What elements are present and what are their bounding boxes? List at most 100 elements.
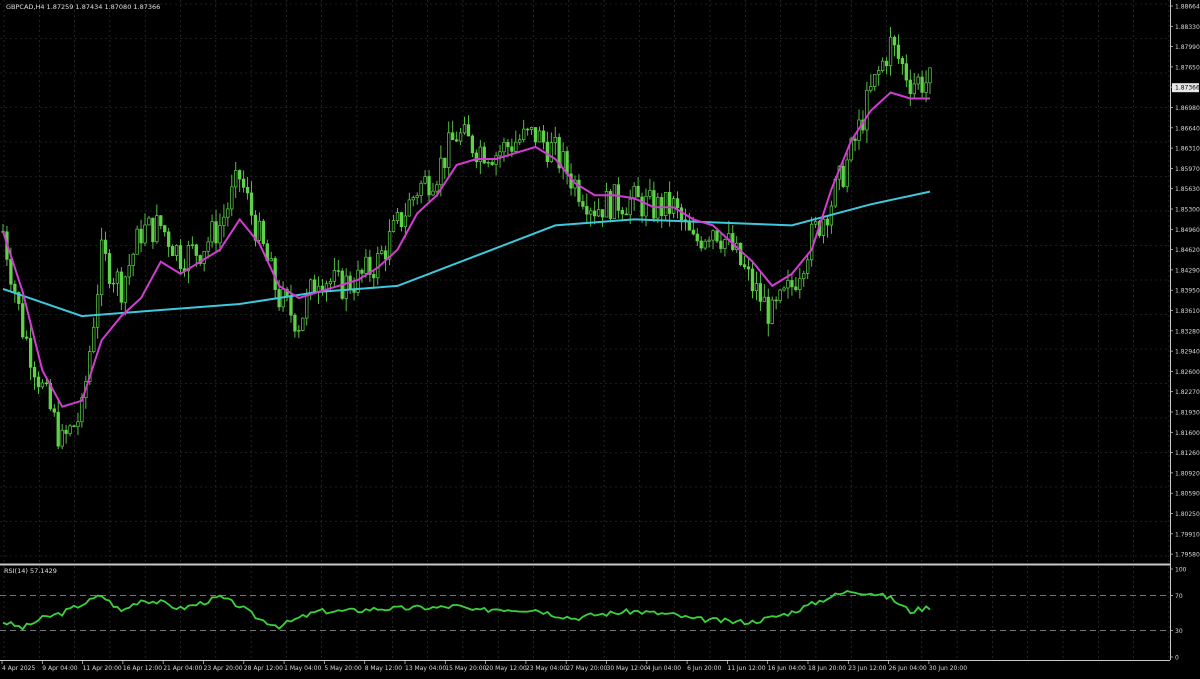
candle-body xyxy=(648,190,652,197)
rsi-tick-label: 70 xyxy=(1175,593,1183,600)
candle-body xyxy=(360,269,364,274)
candle-body xyxy=(719,240,723,249)
candle-body xyxy=(841,165,845,187)
price-tick-label: 1.82940 xyxy=(1175,349,1200,356)
candle-body xyxy=(750,268,755,292)
price-tick-label: 1.83610 xyxy=(1175,308,1200,315)
time-tick-label: 18 Jun 20:00 xyxy=(808,665,846,672)
candle-body xyxy=(190,244,194,246)
candle-body xyxy=(675,198,680,209)
price-tick-label: 1.80250 xyxy=(1175,511,1200,518)
price-tick-label: 1.87990 xyxy=(1175,44,1200,51)
candle-body xyxy=(139,228,143,244)
candle-body xyxy=(403,215,408,228)
candle-body xyxy=(131,253,135,266)
candle-body xyxy=(916,76,920,85)
candle-body xyxy=(821,218,826,236)
chart-root[interactable]: 1.88664 1.88330 1.87990 1.87650 1.87366 1.869… xyxy=(0,0,1200,675)
candle-body xyxy=(293,314,297,332)
candle-body xyxy=(443,157,447,168)
price-tick-label: 1.88330 xyxy=(1175,24,1200,31)
candle-body xyxy=(668,191,672,214)
candle-body xyxy=(892,36,897,46)
trading-chart[interactable]: 1.88664 1.88330 1.87990 1.87650 1.87366 1.869… xyxy=(0,0,1200,675)
candle-body xyxy=(127,265,131,278)
candle-body xyxy=(900,58,905,65)
candle-body xyxy=(896,44,901,59)
candle-body xyxy=(746,266,751,270)
candle-body xyxy=(518,139,522,143)
candle-body xyxy=(56,411,60,447)
candle-body xyxy=(624,213,628,216)
candle-body xyxy=(92,326,96,352)
candle-body xyxy=(691,229,695,235)
candle-body xyxy=(431,190,435,196)
price-tick-label: 1.85630 xyxy=(1175,186,1200,193)
candle-body xyxy=(458,132,463,142)
candle-body xyxy=(628,198,632,216)
candle-body xyxy=(549,142,553,163)
price-tick-label: 1.84290 xyxy=(1175,267,1200,274)
background xyxy=(0,0,1200,675)
candle-body xyxy=(167,231,171,247)
candle-body xyxy=(226,208,230,218)
price-tick-label: 1.82600 xyxy=(1175,369,1200,376)
candle-body xyxy=(506,142,510,148)
candle-body xyxy=(494,155,498,165)
candle-body xyxy=(739,242,743,266)
candle-body xyxy=(581,201,585,207)
time-tick-label: 21 Apr 04:00 xyxy=(163,665,202,672)
candle-body xyxy=(522,128,526,141)
price-tick-label: 1.85970 xyxy=(1175,166,1200,173)
time-tick-label: 23 Jun 12:00 xyxy=(848,665,886,672)
candle-body xyxy=(652,190,656,219)
candle-body xyxy=(336,270,340,272)
candle-body xyxy=(640,196,644,217)
candle-body xyxy=(664,191,668,216)
time-tick-label: 16 Jun 04:00 xyxy=(768,665,806,672)
candle-body xyxy=(806,259,810,274)
candle-body xyxy=(869,86,873,91)
candle-body xyxy=(214,221,218,244)
candle-body xyxy=(470,135,475,154)
candle-body xyxy=(261,220,265,245)
price-tick-label: 1.86640 xyxy=(1175,125,1200,132)
candle-body xyxy=(170,246,175,256)
candle-body xyxy=(289,296,293,316)
candle-body xyxy=(115,271,120,284)
candle-body xyxy=(699,240,703,249)
price-tick-label: 1.87650 xyxy=(1175,64,1200,71)
candle-body xyxy=(589,210,593,215)
candle-body xyxy=(269,258,273,262)
candle-body xyxy=(561,151,565,169)
candle-body xyxy=(454,139,459,142)
candle-body xyxy=(865,89,869,131)
candle-body xyxy=(383,250,388,260)
price-tick-label: 1.84960 xyxy=(1175,227,1200,234)
candle-body xyxy=(206,241,210,252)
candle-body xyxy=(234,170,238,188)
candle-body xyxy=(60,429,64,447)
candle-body xyxy=(159,215,163,226)
time-tick-label: 30 Jun 20:00 xyxy=(929,665,967,672)
candle-body xyxy=(312,279,317,294)
candle-body xyxy=(778,289,782,301)
candle-body xyxy=(407,199,411,217)
candle-body xyxy=(877,70,881,75)
candle-body xyxy=(135,228,139,255)
price-tick-label: 1.81260 xyxy=(1175,450,1200,457)
candle-body xyxy=(766,296,770,324)
candle-body xyxy=(76,421,80,427)
candle-body xyxy=(119,271,123,303)
rsi-tick-label: 30 xyxy=(1175,628,1183,635)
price-tick-label: 1.83280 xyxy=(1175,328,1200,335)
candle-body xyxy=(671,198,676,214)
candle-body xyxy=(52,408,56,413)
time-tick-label: 6 Jun 20:00 xyxy=(687,665,721,672)
candle-body xyxy=(68,425,72,434)
candle-body xyxy=(419,182,423,196)
time-tick-label: 4 Apr 2025 xyxy=(2,665,35,672)
price-tick-label: 1.80920 xyxy=(1175,470,1200,477)
price-tick-label: 1.86310 xyxy=(1175,146,1200,153)
candle-body xyxy=(762,296,766,302)
